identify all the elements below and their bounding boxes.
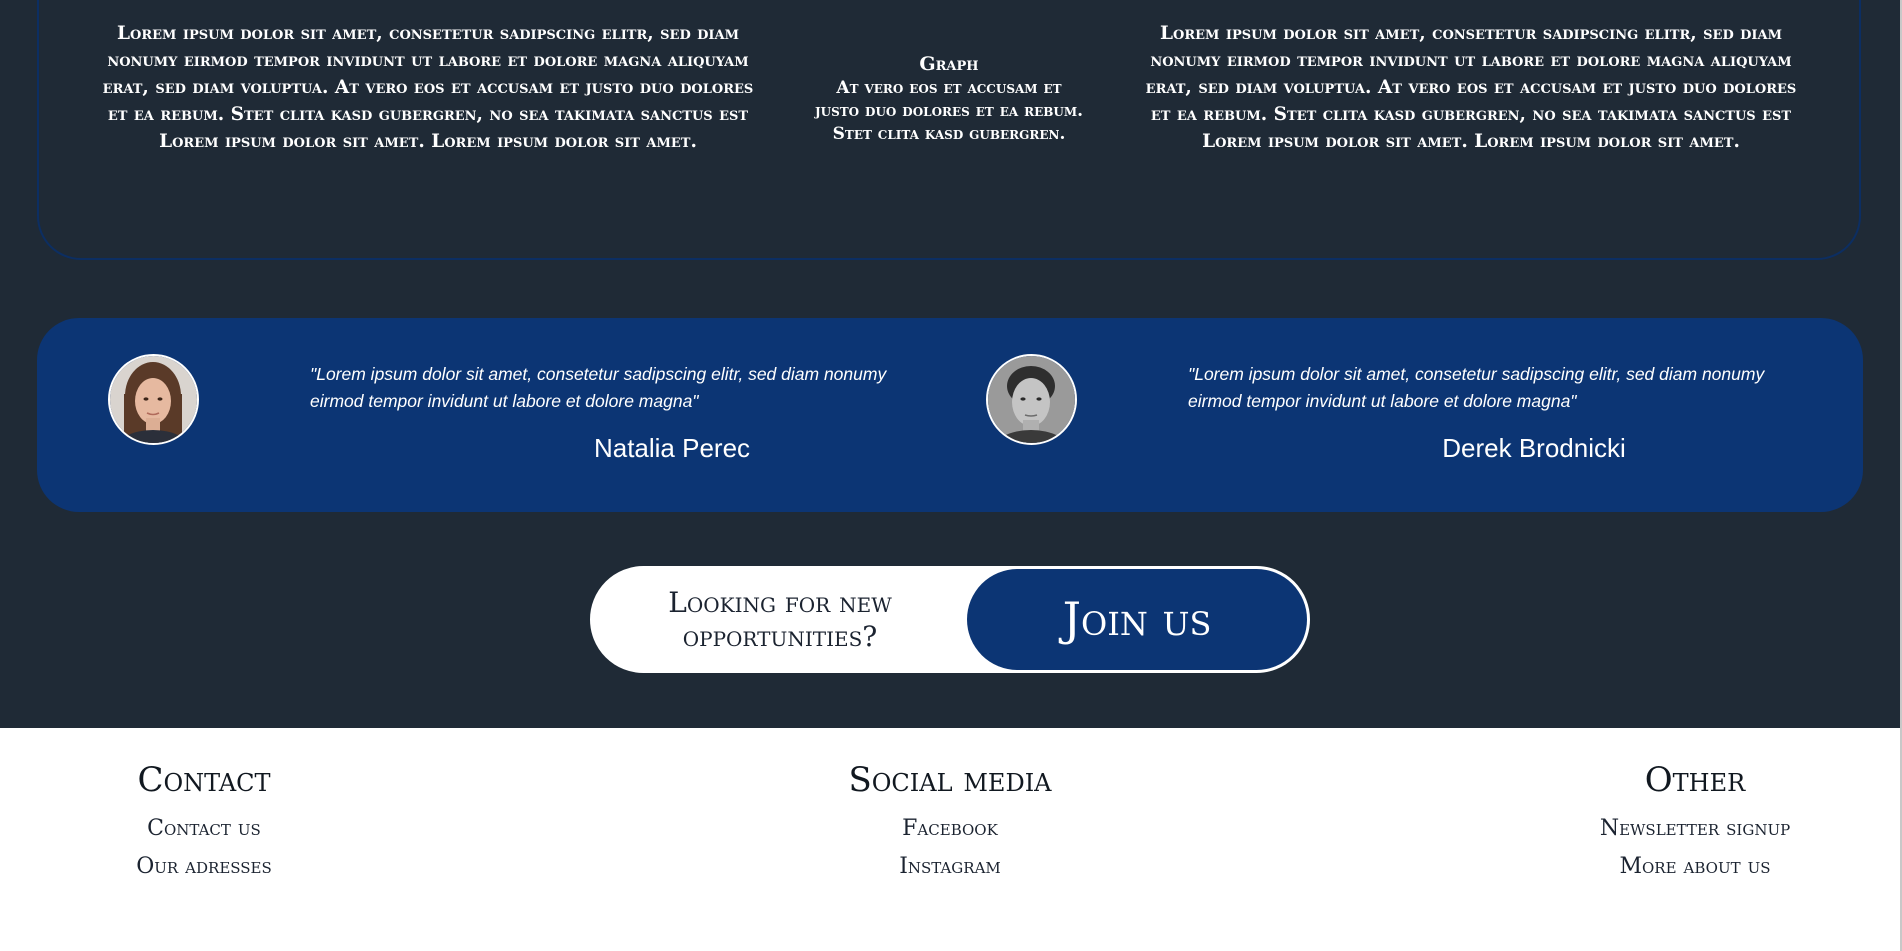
testimonial-quote: "Lorem ipsum dolor sit amet, consetetur … [310, 364, 887, 411]
more-about-us-link[interactable]: More about us [1555, 848, 1835, 886]
our-addresses-link[interactable]: Our adresses [104, 848, 304, 886]
footer-heading-contact: Contact [137, 760, 271, 800]
contact-us-link[interactable]: Contact us [104, 810, 304, 848]
footer-heading-social: Social media [848, 760, 1052, 800]
instagram-link[interactable]: Instagram [800, 848, 1100, 886]
newsletter-signup-link[interactable]: Newsletter signup [1555, 810, 1835, 848]
testimonials-banner: "Lorem ipsum dolor sit amet, consetetur … [37, 318, 1863, 512]
woman-portrait-photo [108, 354, 199, 445]
testimonial-quote: "Lorem ipsum dolor sit amet, consetetur … [1188, 364, 1765, 411]
info-right-text: Lorem ipsum dolor sit amet, consetetur s… [1145, 23, 1797, 152]
footer-other: Other Newsletter signup More about us [1555, 756, 1835, 886]
info-left-text: Lorem ipsum dolor sit amet, consetetur s… [102, 23, 754, 152]
testimonial-name: Natalia Perec [593, 433, 751, 463]
page: Lorem ipsum dolor sit amet, consetetur s… [0, 0, 1902, 951]
footer-social: Social media Facebook Instagram [800, 756, 1100, 886]
join-us-button[interactable]: Join us [967, 569, 1307, 670]
footer-contact: Contact Contact us Our adresses [104, 756, 304, 886]
footer-heading-other: Other [1644, 760, 1746, 800]
cta-prompt: Looking for new opportunities? [668, 586, 892, 653]
man-portrait-photo [986, 354, 1077, 445]
join-cta: Looking for new opportunities? Join us [590, 566, 1310, 673]
graph-title: Graph [919, 53, 979, 75]
graph-text: At vero eos et accusam et justo duo dolo… [814, 78, 1084, 144]
testimonial-name: Derek Brodnicki [1442, 433, 1626, 463]
facebook-link[interactable]: Facebook [800, 810, 1100, 848]
graph-block: Graph At vero eos et accusam et justo du… [812, 52, 1086, 146]
